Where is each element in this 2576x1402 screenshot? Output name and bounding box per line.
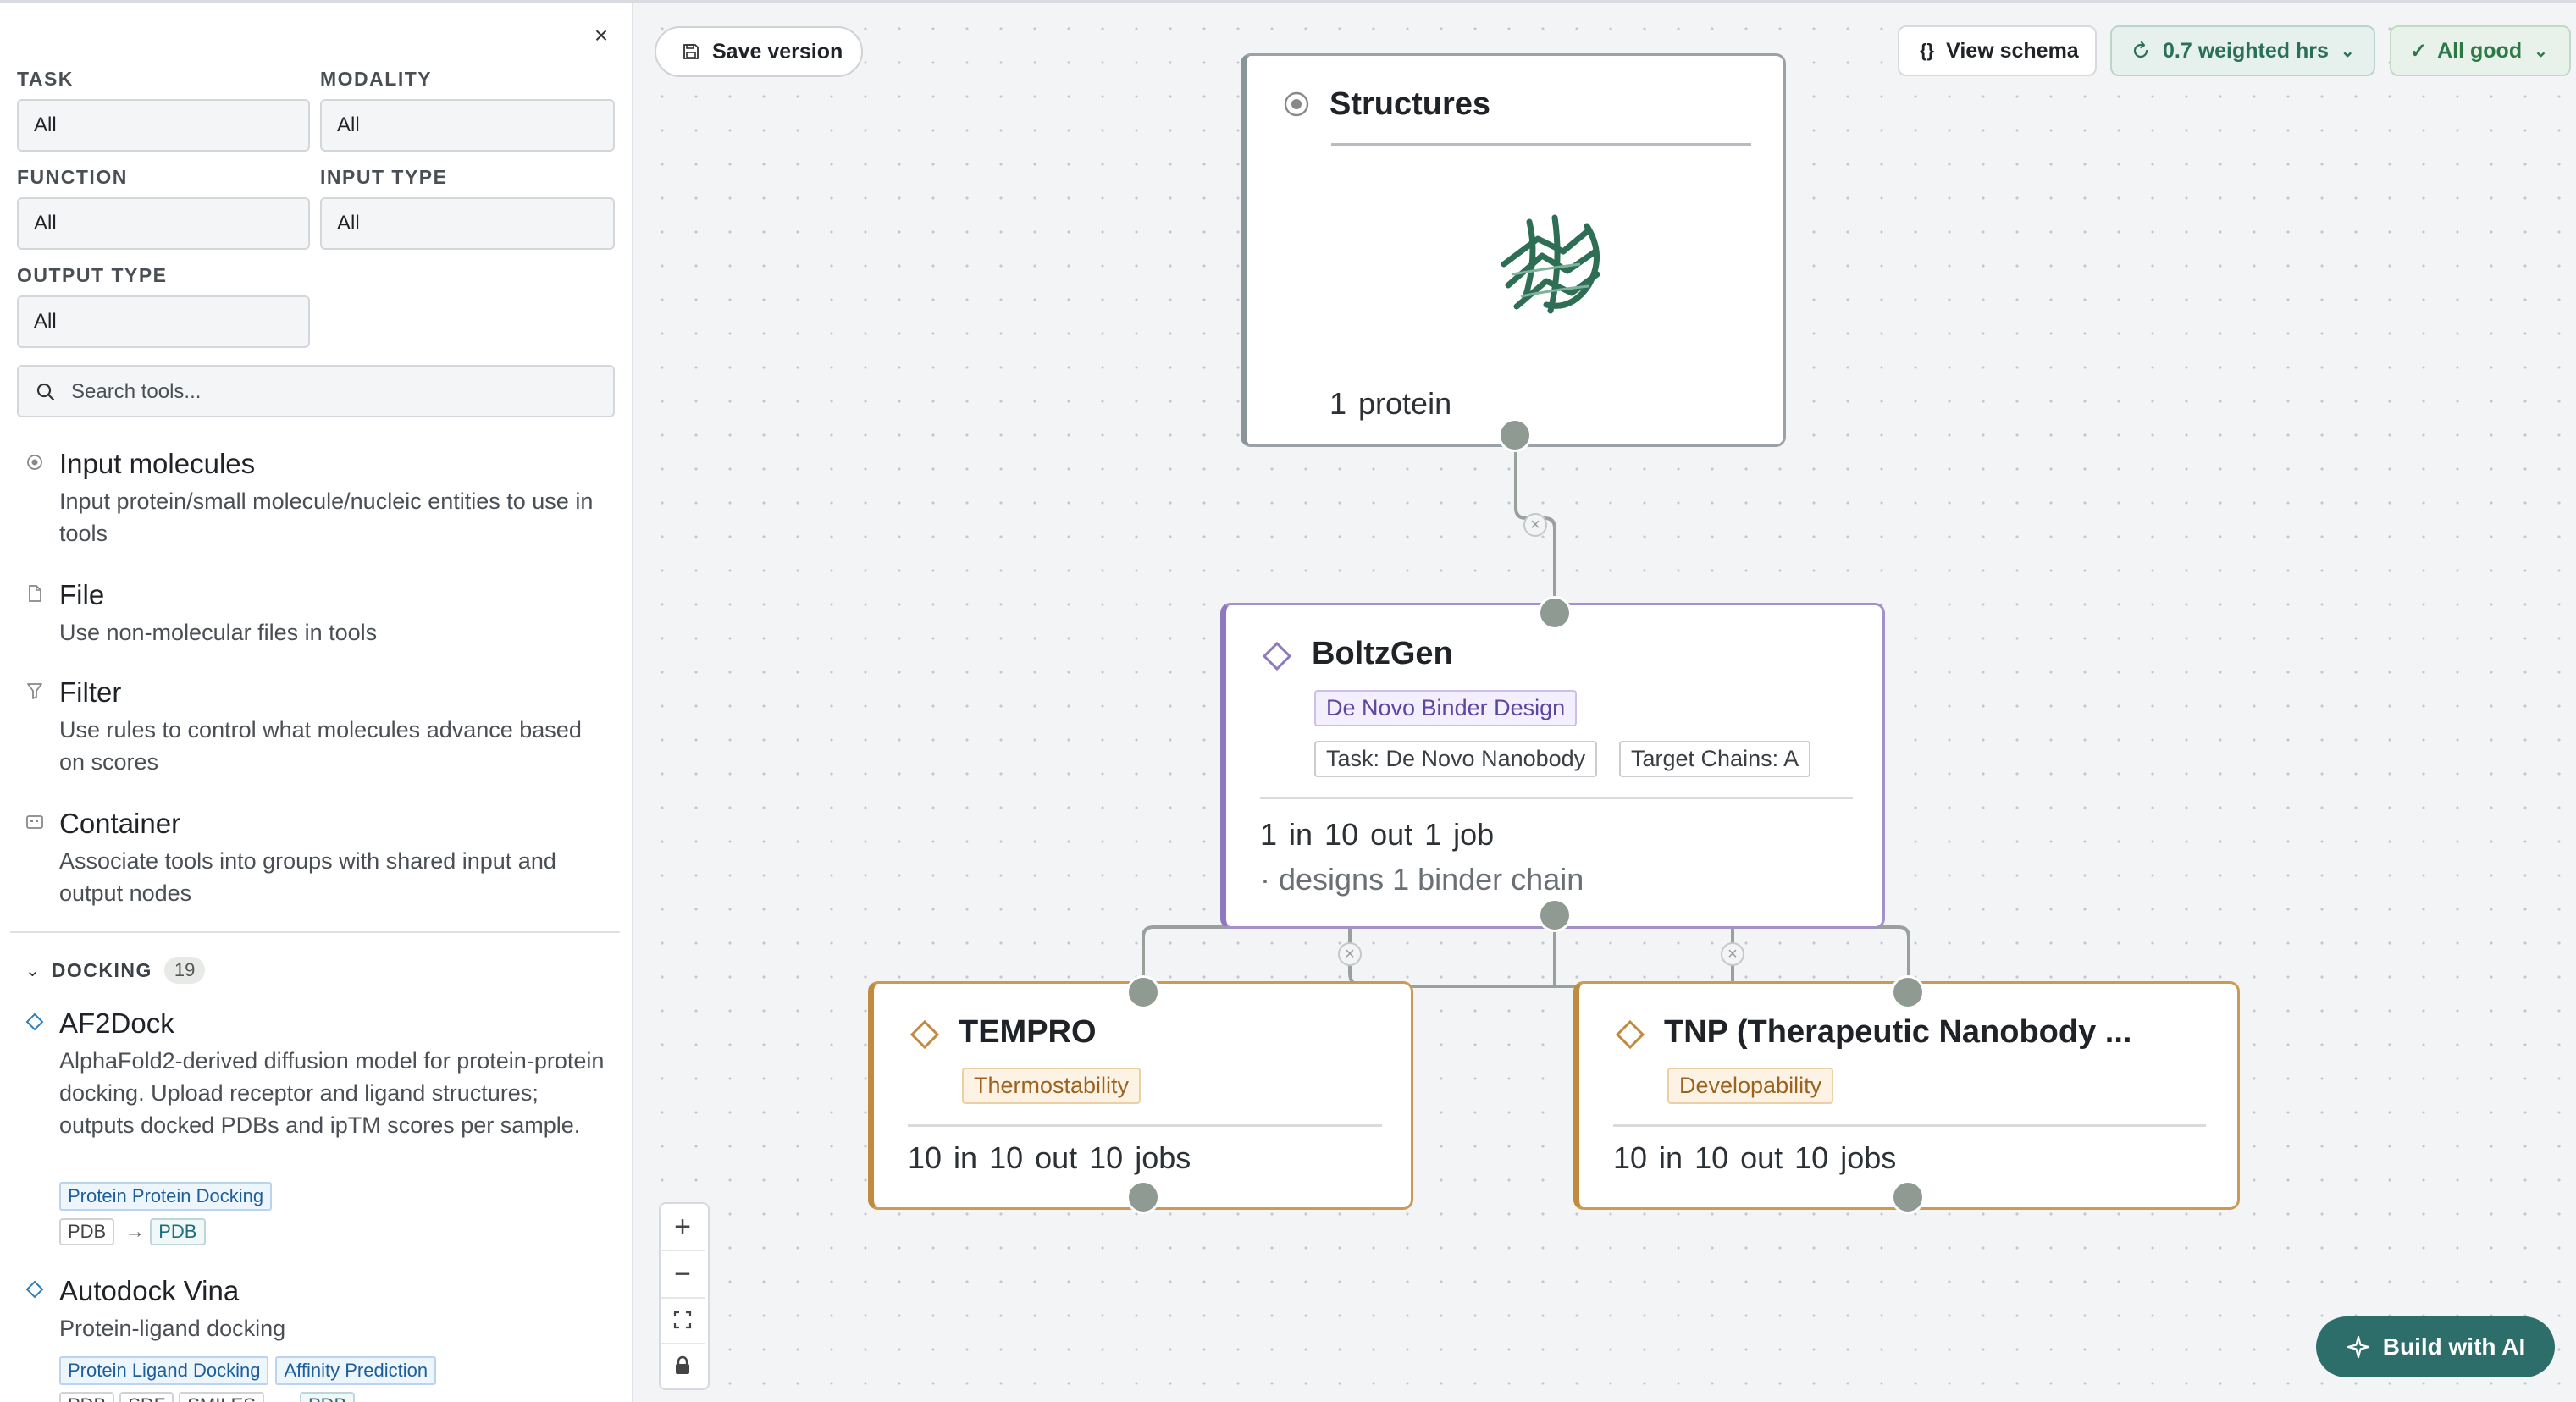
node-tnp[interactable]: TNP (Therapeutic Nanobody ... Developabi… (1573, 981, 2240, 1210)
input-node-icon (1284, 91, 1309, 117)
status-dropdown[interactable]: ✓ All good ⌄ (2390, 25, 2571, 76)
lock-icon[interactable] (661, 1343, 705, 1388)
param-badge: Target Chains: A (1619, 741, 1811, 777)
zoom-in-icon[interactable]: + (661, 1204, 705, 1250)
remove-edge-icon[interactable]: × (1523, 513, 1547, 537)
input-handle[interactable] (1538, 596, 1572, 630)
param-badge: Task: De Novo Nanobody (1314, 741, 1598, 777)
chevron-down-icon: ⌄ (2340, 41, 2355, 61)
node-tempro[interactable]: TEMPRO Thermostability 10 in 10 out 10 j… (868, 981, 1413, 1210)
node-structures[interactable]: Structures 1 protein (1241, 53, 1786, 447)
divider (1331, 143, 1751, 146)
input-handle[interactable] (1126, 975, 1160, 1009)
divider (1260, 797, 1853, 799)
protein-structure-image (1501, 214, 1600, 314)
node-title: Structures (1329, 86, 1491, 122)
fit-view-icon[interactable] (661, 1297, 705, 1343)
save-version-label: Save version (712, 39, 843, 63)
zoom-controls: + − (659, 1202, 710, 1390)
save-version-button[interactable]: Save version (655, 26, 863, 77)
weighted-hours-label: 0.7 weighted hrs (2163, 38, 2329, 63)
node-stats: 10 in 10 out 10 jobs (1613, 1140, 1897, 1175)
sparkle-icon (2347, 1335, 2369, 1359)
divider (1613, 1124, 2206, 1127)
output-handle[interactable] (1891, 1180, 1925, 1214)
build-with-ai-button[interactable]: Build with AI (2316, 1316, 2555, 1377)
build-with-ai-label: Build with AI (2382, 1333, 2526, 1360)
node-boltzgen[interactable]: BoltzGen De Novo Binder Design Task: De … (1220, 603, 1885, 929)
input-handle[interactable] (1891, 975, 1925, 1009)
braces-icon: {} (1920, 40, 1935, 61)
tool-diamond-icon (1615, 1019, 1645, 1050)
node-stats: 10 in 10 out 10 jobs (908, 1140, 1191, 1175)
node-subtitle: · designs 1 binder chain (1260, 862, 1584, 897)
node-title: TEMPRO (959, 1014, 1097, 1050)
save-icon (683, 44, 699, 59)
node-title: TNP (Therapeutic Nanobody ... (1664, 1014, 2132, 1050)
weighted-hours-dropdown[interactable]: 0.7 weighted hrs ⌄ (2110, 25, 2375, 76)
tool-diamond-icon (909, 1019, 940, 1050)
output-handle[interactable] (1126, 1180, 1160, 1214)
category-badge: De Novo Binder Design (1314, 690, 1578, 726)
output-handle[interactable] (1538, 898, 1572, 932)
category-badge: Developability (1667, 1068, 1834, 1104)
divider (908, 1124, 1382, 1127)
view-schema-button[interactable]: {} View schema (1898, 25, 2097, 76)
node-title: BoltzGen (1312, 636, 1453, 671)
output-handle[interactable] (1498, 418, 1532, 452)
remove-edge-icon[interactable]: × (1338, 942, 1362, 966)
status-label: All good (2437, 38, 2523, 63)
zoom-out-icon[interactable]: − (661, 1251, 705, 1297)
view-schema-label: View schema (1946, 38, 2079, 63)
check-icon: ✓ (2410, 39, 2428, 63)
remove-edge-icon[interactable]: × (1721, 942, 1744, 966)
node-count: 1 protein (1329, 386, 1452, 421)
category-badge: Thermostability (962, 1068, 1142, 1104)
node-stats: 1 in 10 out 1 job (1260, 817, 1495, 852)
refresh-icon (2133, 41, 2148, 58)
chevron-down-icon: ⌄ (2534, 41, 2548, 61)
tool-diamond-icon (1262, 641, 1292, 671)
